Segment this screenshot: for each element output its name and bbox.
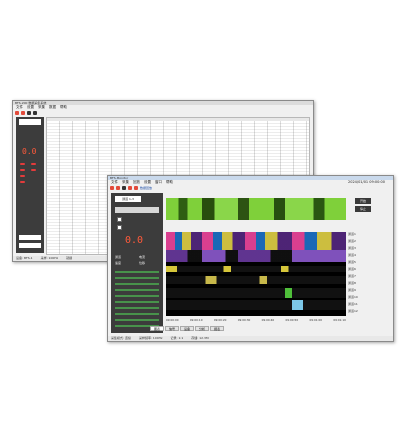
lane-digital-2: [166, 250, 346, 262]
legend-item-6: 通道6: [348, 267, 356, 271]
back-menu-help[interactable]: 帮助: [60, 105, 67, 110]
time-tick: 09:00:20: [213, 318, 227, 322]
front-status-1: 采样频率: 100Hz: [138, 336, 163, 340]
front-status-bar: 采集模式: 连续 采样频率: 100Hz 记录: 1:1 存储: 12.3M: [108, 336, 393, 341]
time-tick: 09:00:50: [285, 318, 299, 322]
time-tick: 09:00:00: [166, 318, 179, 322]
play-icon[interactable]: [128, 186, 132, 190]
front-menu-help[interactable]: 帮助: [166, 180, 173, 185]
front-side-label-3: 位移: [139, 261, 146, 265]
front-select[interactable]: [115, 207, 159, 213]
front-main-chart: [166, 232, 346, 316]
back-status-2: 就绪: [66, 256, 73, 260]
front-summary-chart: [166, 198, 346, 220]
save-icon[interactable]: [122, 186, 126, 190]
front-check-2[interactable]: [117, 225, 123, 230]
front-indicator-list: [115, 271, 159, 327]
open-icon[interactable]: [33, 111, 37, 115]
tab-chart[interactable]: 图表: [150, 326, 165, 331]
time-axis: 09:00:00 09:00:10 09:00:20 09:00:30 09:0…: [166, 318, 346, 323]
back-side-panel: 0.0: [16, 117, 44, 253]
legend-item-8: 通道8: [348, 281, 356, 285]
time-tick: 09:00:40: [261, 318, 275, 322]
indicator-light: [31, 163, 36, 165]
front-window: BFS-Monitor 文件 采集 回放 设置 窗口 帮助 2024/01/01…: [107, 175, 394, 342]
tab-signal[interactable]: 信号: [165, 326, 180, 331]
indicator-light: [20, 175, 25, 177]
front-top-right: 2024/01/01 09:00:00: [347, 180, 385, 184]
front-menu-playback[interactable]: 回放: [133, 180, 140, 185]
front-channel-box[interactable]: 通道 1-3: [115, 196, 141, 202]
legend-item-5: 通道5: [348, 260, 356, 264]
indicator-light: [31, 169, 36, 171]
lane-digital-3: [166, 266, 346, 272]
front-big-value: 0.0: [125, 235, 144, 246]
save-icon[interactable]: [27, 111, 31, 115]
back-menu-acquire[interactable]: 采集: [38, 105, 45, 110]
legend-item-3: 通道3: [348, 246, 356, 250]
legend-item-2: 通道2: [348, 239, 356, 243]
back-input[interactable]: [19, 243, 41, 248]
indicator-light: [20, 163, 25, 165]
legend-item-4: 通道4: [348, 253, 356, 257]
back-big-value: 0.0: [22, 147, 37, 156]
front-side-label-2: 速度: [115, 261, 122, 265]
legend-item-7: 通道7: [348, 274, 356, 278]
stop-button[interactable]: 停止: [355, 206, 371, 212]
back-toolbar: [13, 110, 313, 116]
legend-item-1: 通道1: [348, 232, 356, 236]
indicator-light: [20, 169, 25, 171]
tab-device[interactable]: 设备: [180, 326, 195, 331]
front-menu-acquire[interactable]: 采集: [122, 180, 129, 185]
front-status-2: 记录: 1:1: [170, 336, 184, 340]
front-toolbar-label[interactable]: 数据回放: [140, 186, 152, 190]
stop-icon[interactable]: [21, 111, 25, 115]
legend: 通道1 通道2 通道3 通道4 通道5 通道6 通道7 通道8 通道9 通道10…: [348, 232, 388, 322]
back-status-0: 设备: BFS-1: [16, 256, 33, 260]
time-tick: 09:01:10: [333, 318, 346, 322]
front-status-3: 存储: 12.3M: [191, 336, 209, 340]
front-toolbar: 数据回放: [108, 185, 393, 191]
time-tick: 09:01:00: [309, 318, 322, 322]
front-check-1[interactable]: [117, 217, 123, 222]
time-tick: 09:00:10: [189, 318, 203, 322]
pause-icon[interactable]: [134, 186, 138, 190]
legend-item-11: 通道11: [348, 302, 358, 306]
back-panel-header: [19, 119, 41, 125]
front-side-label-1: 电流: [139, 255, 146, 259]
front-menu-file[interactable]: 文件: [111, 180, 118, 185]
indicator-light: [20, 181, 25, 183]
back-input[interactable]: [19, 235, 41, 240]
back-menu-settings[interactable]: 设置: [27, 105, 34, 110]
lane-digital-4: [166, 276, 346, 284]
lane-digital-1: [166, 232, 346, 250]
lane-digital-5: [166, 288, 346, 298]
lane-digital-6: [166, 300, 346, 310]
back-menu-data[interactable]: 数据: [49, 105, 56, 110]
legend-item-9: 通道9: [348, 288, 356, 292]
front-menu-window[interactable]: 窗口: [155, 180, 162, 185]
time-tick: 09:00:30: [237, 318, 251, 322]
back-status-1: 采样: 100Hz: [40, 256, 59, 260]
record-icon[interactable]: [15, 111, 19, 115]
tab-strip: 图表 信号 设备 分析 报表: [150, 326, 225, 331]
front-menu-settings[interactable]: 设置: [144, 180, 151, 185]
legend-item-12: 通道12: [348, 309, 358, 313]
front-status-0: 采集模式: 连续: [111, 336, 131, 340]
start-button[interactable]: 开始: [355, 198, 371, 204]
tab-report[interactable]: 报表: [210, 326, 225, 331]
tab-analysis[interactable]: 分析: [195, 326, 210, 331]
legend-item-10: 通道10: [348, 295, 358, 299]
stop-icon[interactable]: [116, 186, 120, 190]
back-menu-file[interactable]: 文件: [16, 105, 23, 110]
record-icon[interactable]: [110, 186, 114, 190]
front-side-label-0: 通道: [115, 255, 122, 259]
front-side-panel: 通道 1-3 0.0 通道 电流 速度 位移: [111, 193, 163, 333]
